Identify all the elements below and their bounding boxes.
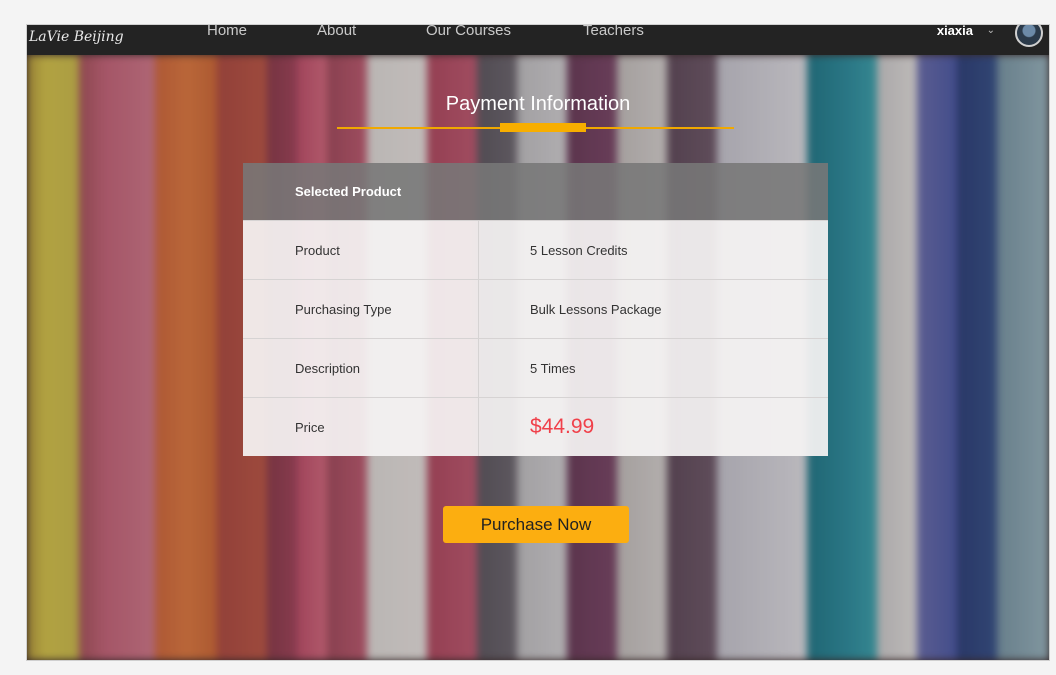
table-row: Price $44.99 [243,397,828,456]
site-logo[interactable]: LaVie Beijing [29,29,124,45]
nav-item-our-courses[interactable]: Our Courses [426,25,511,38]
chevron-down-icon[interactable]: ⌄ [987,25,995,37]
row-value-purchasing-type: Bulk Lessons Package [478,279,828,339]
payment-info-table: Selected Product Product 5 Lesson Credit… [243,163,828,456]
avatar[interactable] [1015,25,1043,47]
top-navbar: LaVie Beijing Home About Our Courses Tea… [27,25,1049,55]
page-title: Payment Information [445,93,631,115]
table-header-row: Selected Product [243,163,828,221]
price-value: $44.99 [530,415,595,438]
table-row: Purchasing Type Bulk Lessons Package [243,279,828,339]
nav-item-home[interactable]: Home [207,25,247,38]
row-value-description: 5 Times [478,338,828,398]
row-label-price: Price [243,397,479,456]
row-value-price-cell: $44.99 [478,397,828,456]
nav-item-teachers[interactable]: Teachers [583,25,644,38]
row-label-product: Product [243,220,479,280]
row-label-description: Description [243,338,479,398]
purchase-now-button[interactable]: Purchase Now [443,506,629,543]
title-underline-accent [500,123,586,132]
table-header: Selected Product [243,163,828,221]
user-menu-name[interactable]: xiaxia [937,25,973,37]
browser-viewport: LaVie Beijing Home About Our Courses Tea… [26,24,1050,661]
table-row: Description 5 Times [243,338,828,398]
row-label-purchasing-type: Purchasing Type [243,279,479,339]
row-value-product: 5 Lesson Credits [478,220,828,280]
nav-item-about[interactable]: About [317,25,356,38]
table-row: Product 5 Lesson Credits [243,220,828,280]
